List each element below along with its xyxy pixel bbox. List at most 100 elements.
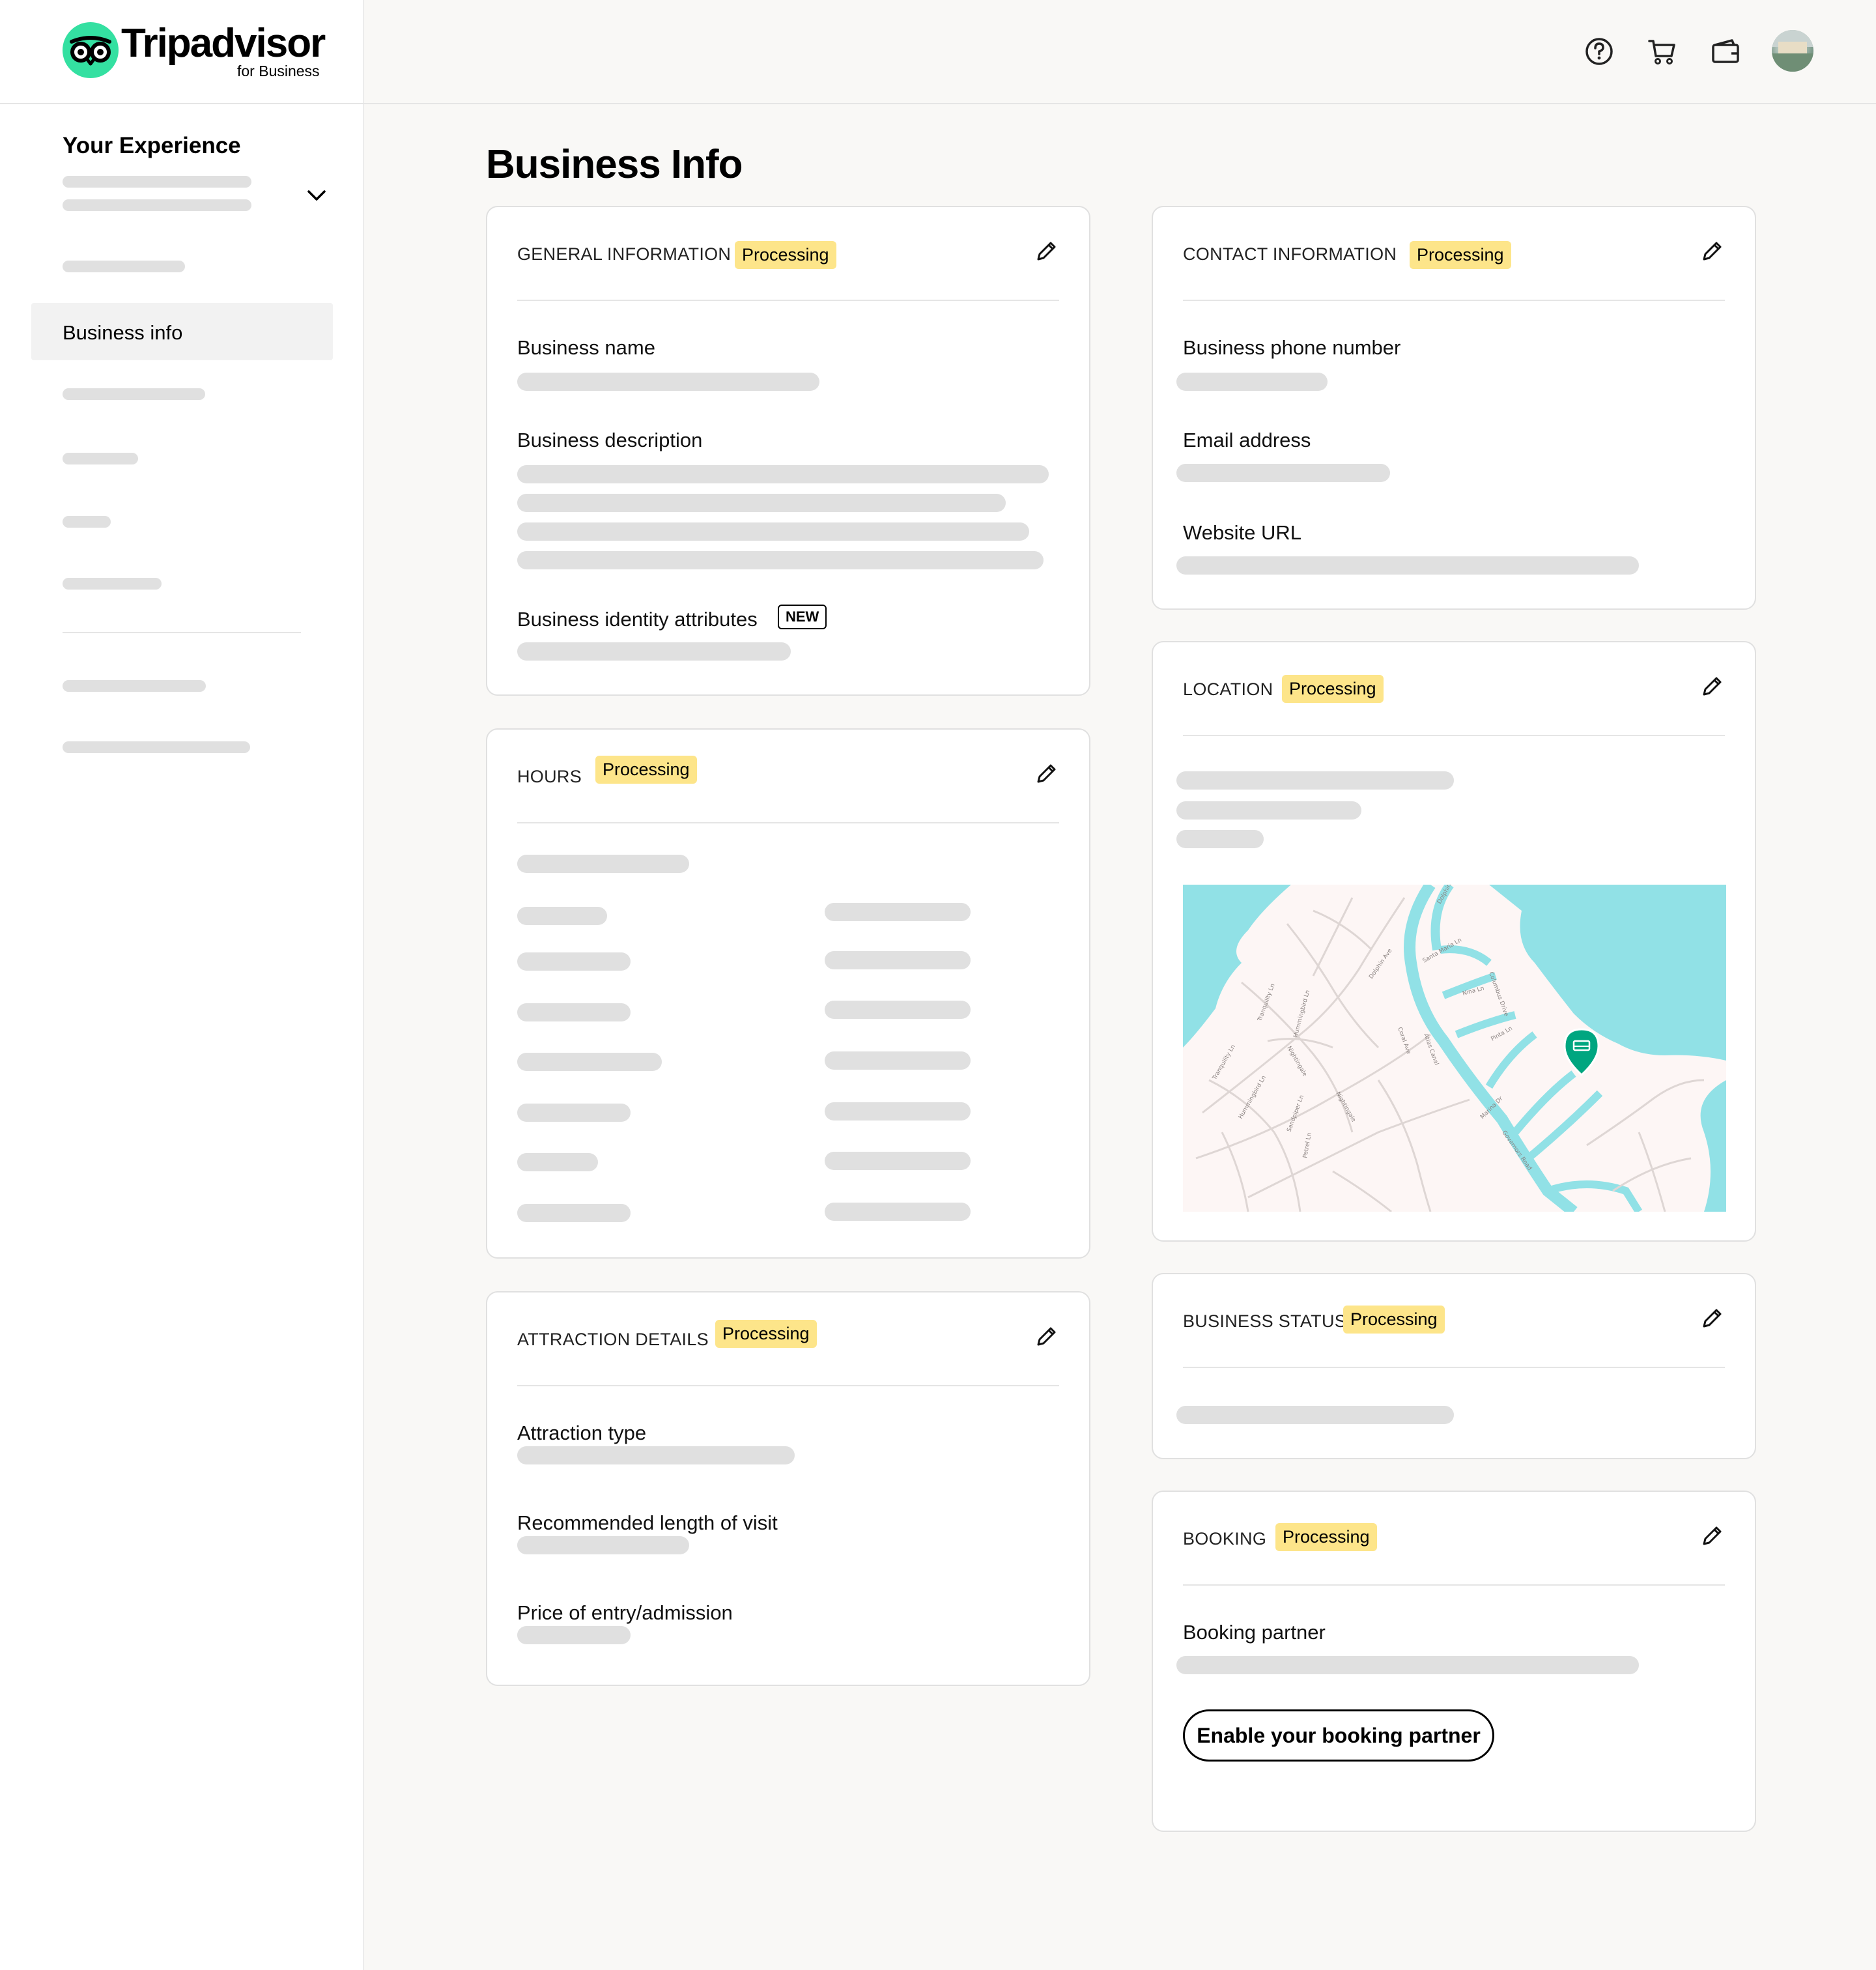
help-icon[interactable] [1583, 35, 1615, 68]
hours-day-placeholder [517, 1003, 631, 1021]
sidebar-title: Your Experience [63, 133, 241, 158]
phone-placeholder [1176, 373, 1328, 391]
status-badge: Processing [1275, 1523, 1377, 1551]
sidebar-item-placeholder[interactable] [63, 680, 206, 692]
chevron-down-icon[interactable] [306, 188, 327, 203]
location-card: LOCATION Processing Tranquility Ln Tranq… [1152, 641, 1756, 1242]
sidebar-divider [63, 632, 301, 633]
business-identity-attributes-placeholder [517, 642, 791, 661]
address-placeholder [1176, 830, 1264, 848]
status-badge: Processing [595, 756, 697, 784]
hours-summary-placeholder [517, 855, 689, 873]
hours-time-placeholder [825, 1001, 971, 1019]
sidebar-item-placeholder[interactable] [63, 453, 138, 464]
hours-time-placeholder [825, 1102, 971, 1121]
sidebar-item-placeholder[interactable] [63, 388, 205, 400]
recommended-length-label: Recommended length of visit [517, 1511, 778, 1534]
email-placeholder [1176, 464, 1390, 482]
recommended-length-placeholder [517, 1536, 689, 1554]
hours-day-placeholder [517, 1053, 662, 1071]
sidebar-subtitle-placeholder [63, 176, 251, 188]
pencil-icon[interactable] [1699, 1306, 1725, 1332]
sidebar-item-placeholder[interactable] [63, 516, 111, 528]
price-placeholder [517, 1626, 631, 1644]
brand-subtitle: for Business [237, 63, 320, 79]
pencil-icon[interactable] [1033, 761, 1059, 787]
hours-day-placeholder [517, 907, 607, 925]
email-label: Email address [1183, 429, 1311, 451]
business-status-placeholder [1176, 1406, 1454, 1424]
card-heading: HOURS [517, 767, 582, 786]
business-description-placeholder [517, 494, 1006, 512]
business-status-card: BUSINESS STATUS Processing [1152, 1273, 1756, 1459]
pencil-icon[interactable] [1033, 238, 1059, 264]
top-bar: Tripadvisor for Business [0, 0, 1876, 104]
business-name-label: Business name [517, 336, 655, 359]
price-label: Price of entry/admission [517, 1601, 733, 1624]
card-heading: GENERAL INFORMATION [517, 244, 732, 264]
hours-day-placeholder [517, 1153, 598, 1171]
status-badge: Processing [1343, 1306, 1445, 1334]
hours-time-placeholder [825, 951, 971, 969]
business-description-label: Business description [517, 429, 703, 451]
card-divider [1183, 300, 1725, 301]
website-label: Website URL [1183, 521, 1302, 544]
sidebar-item-business-info[interactable]: Business info [31, 303, 333, 360]
booking-partner-placeholder [1176, 1656, 1639, 1674]
status-badge: Processing [735, 241, 836, 269]
booking-card: BOOKING Processing Booking partner [1152, 1491, 1756, 1832]
card-divider [1183, 1584, 1725, 1586]
attraction-details-card: ATTRACTION DETAILS Processing Attraction… [486, 1291, 1090, 1686]
enable-booking-partner-button[interactable]: Enable your booking partner [1183, 1709, 1494, 1762]
cart-icon[interactable] [1646, 35, 1679, 68]
card-divider [1183, 1367, 1725, 1368]
phone-label: Business phone number [1183, 336, 1401, 359]
location-map[interactable]: Tranquility Ln Tranquility Ln Hummingbir… [1183, 885, 1726, 1212]
booking-partner-label: Booking partner [1183, 1621, 1326, 1644]
business-identity-attributes-label: Business identity attributes [517, 608, 758, 631]
avatar[interactable] [1772, 30, 1813, 72]
card-heading: CONTACT INFORMATION [1183, 244, 1397, 264]
pencil-icon[interactable] [1699, 674, 1725, 700]
card-divider [517, 300, 1059, 301]
hours-time-placeholder [825, 903, 971, 921]
attraction-type-placeholder [517, 1446, 795, 1464]
card-heading: BOOKING [1183, 1529, 1267, 1549]
card-divider [1183, 735, 1725, 736]
sidebar-subtitle-placeholder [63, 199, 251, 211]
brand-name: Tripadvisor [121, 21, 326, 66]
status-badge: Processing [1282, 675, 1384, 703]
pencil-icon[interactable] [1699, 238, 1725, 264]
hours-time-placeholder [825, 1203, 971, 1221]
tripadvisor-logo-icon[interactable] [63, 22, 119, 78]
hours-time-placeholder [825, 1051, 971, 1070]
pencil-icon[interactable] [1699, 1523, 1725, 1549]
status-badge: Processing [715, 1320, 817, 1348]
sidebar-item-label: Business info [63, 321, 183, 344]
status-badge: Processing [1410, 241, 1511, 269]
sidebar-item-placeholder[interactable] [63, 578, 162, 590]
general-information-card: GENERAL INFORMATION Processing Business … [486, 206, 1090, 696]
wallet-icon[interactable] [1709, 35, 1742, 68]
hours-day-placeholder [517, 952, 631, 971]
website-placeholder [1176, 556, 1639, 575]
page-title: Business Info [486, 142, 743, 187]
pencil-icon[interactable] [1033, 1324, 1059, 1350]
business-name-placeholder [517, 373, 819, 391]
hours-time-placeholder [825, 1152, 971, 1170]
card-heading: ATTRACTION DETAILS [517, 1330, 709, 1349]
sidebar-item-placeholder[interactable] [63, 741, 250, 753]
address-placeholder [1176, 771, 1454, 790]
sidebar-item-placeholder[interactable] [63, 261, 185, 272]
hours-day-placeholder [517, 1104, 631, 1122]
hours-day-placeholder [517, 1204, 631, 1222]
hours-card: HOURS Processing [486, 728, 1090, 1259]
attraction-type-label: Attraction type [517, 1421, 647, 1444]
business-description-placeholder [517, 551, 1044, 569]
new-badge: NEW [778, 605, 827, 629]
card-heading: LOCATION [1183, 679, 1273, 699]
card-divider [517, 822, 1059, 823]
contact-information-card: CONTACT INFORMATION Processing Business … [1152, 206, 1756, 610]
address-placeholder [1176, 801, 1361, 820]
card-divider [517, 1385, 1059, 1386]
